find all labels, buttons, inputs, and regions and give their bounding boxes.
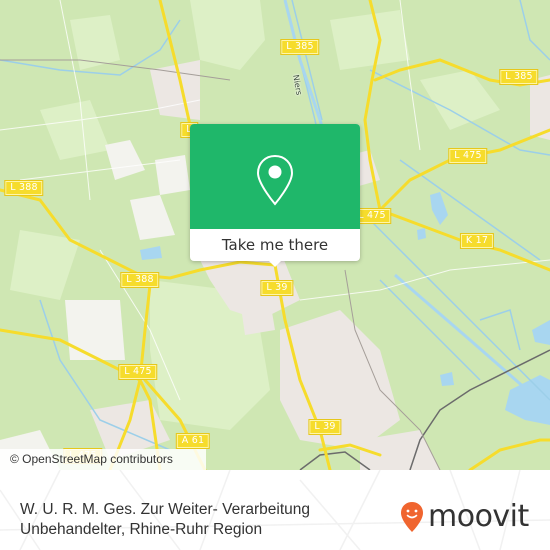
place-name: W. U. R. M. Ges. Zur Weiter- Verarbeitun…	[20, 501, 310, 538]
road-label: L 385	[280, 39, 320, 55]
take-me-there-button[interactable]: Take me there	[190, 229, 360, 261]
road-label: L 388	[4, 180, 44, 196]
footer: W. U. R. M. Ges. Zur Weiter- Verarbeitun…	[0, 470, 550, 550]
location-popup: Take me there	[190, 124, 360, 267]
brand-name: moovit	[428, 499, 529, 534]
road-label: L 475	[118, 364, 158, 380]
popup-header	[190, 124, 360, 229]
map-view[interactable]: L 385 L 385 L 475 L 475 K 17 L 388 L 388…	[0, 0, 550, 470]
road-label: A 61	[175, 433, 211, 449]
road-label: L 39	[260, 280, 294, 296]
road-label: L 39	[308, 419, 342, 435]
popup-tail	[268, 260, 282, 267]
map-attribution[interactable]: © OpenStreetMap contributors	[0, 449, 206, 470]
moovit-pin-icon	[401, 502, 423, 532]
road-label: L 388	[120, 272, 160, 288]
road-label: L 475	[448, 148, 488, 164]
road-label: K 17	[459, 233, 495, 249]
road-label: L 385	[499, 69, 539, 85]
moovit-logo[interactable]: moovit	[400, 500, 529, 534]
map-pin-icon	[256, 154, 294, 206]
